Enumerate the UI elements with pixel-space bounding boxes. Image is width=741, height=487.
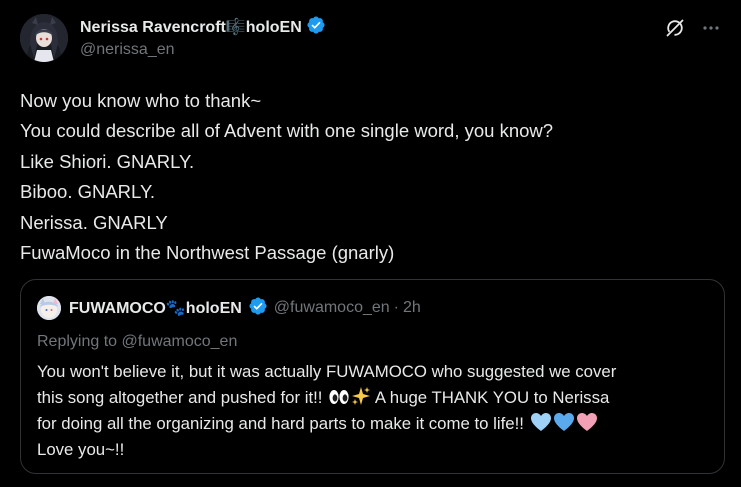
tweet-line: Biboo. GNARLY.: [20, 181, 156, 203]
verified-badge-icon: [306, 15, 326, 40]
author-display-name[interactable]: Nerissa Ravencroft🎼holoEN: [80, 17, 302, 37]
quoted-display-name[interactable]: FUWAMOCO🐾holoEN: [69, 298, 242, 318]
tweet-line: Nerissa. GNARLY: [20, 211, 168, 233]
blue-heart-emoji-icon: [553, 412, 575, 432]
pink-heart-emoji-icon: [576, 412, 598, 432]
more-icon[interactable]: [701, 18, 721, 38]
author-avatar[interactable]: [20, 14, 68, 62]
quoted-handle[interactable]: @fuwamoco_en: [274, 299, 390, 317]
sparkles-emoji-icon: [351, 386, 371, 406]
quoted-line-text: this song altogether and pushed for it!!: [37, 388, 328, 407]
quoted-tweet[interactable]: FUWAMOCO🐾holoEN @fuwamoco_en · 2h Replyi…: [20, 279, 725, 474]
tweet-line: Like Shiori. GNARLY.: [20, 150, 195, 172]
quoted-line: You won't believe it, but it was actuall…: [37, 362, 617, 381]
verified-badge-icon: [248, 296, 268, 321]
quoted-author-avatar[interactable]: [37, 296, 61, 320]
author-handle[interactable]: @nerissa_en: [80, 41, 175, 59]
tweet-text: Now you know who to thank~ You could des…: [20, 86, 721, 268]
quoted-text: You won't believe it, but it was actuall…: [37, 359, 709, 463]
replying-to: Replying to @fuwamoco_en: [37, 333, 238, 350]
quoted-line-text: for doing all the organizing and hard pa…: [37, 414, 529, 433]
quoted-line-with-emoji: this song altogether and pushed for it!!…: [37, 385, 709, 411]
tweet-header: Nerissa Ravencroft🎼holoEN @nerissa_en: [20, 14, 721, 62]
separator-dot: ·: [393, 299, 399, 316]
quoted-line: Love you~!!: [37, 440, 125, 459]
light-blue-heart-emoji-icon: [530, 412, 552, 432]
quoted-timestamp[interactable]: 2h: [403, 299, 421, 317]
tweet-line: Now you know who to thank~: [20, 90, 262, 111]
quoted-line-with-emoji: for doing all the organizing and hard pa…: [37, 411, 709, 437]
grok-icon[interactable]: [665, 18, 685, 38]
eyes-emoji-icon: [328, 388, 350, 406]
quoted-line-text: A huge THANK YOU to Nerissa: [371, 388, 610, 407]
tweet-line: FuwaMoco in the Northwest Passage (gnarl…: [20, 242, 395, 264]
tweet-line: You could describe all of Advent with on…: [20, 120, 554, 142]
